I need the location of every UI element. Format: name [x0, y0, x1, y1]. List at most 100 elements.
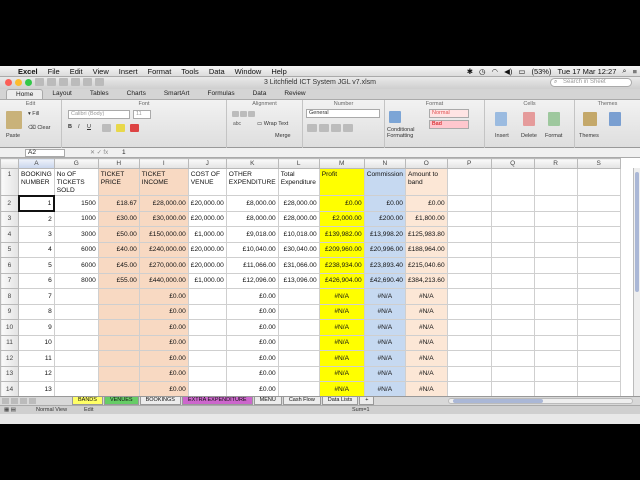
header-cell[interactable]: [490, 168, 535, 196]
cell[interactable]: 8000: [53, 272, 99, 289]
cell[interactable]: [187, 365, 227, 382]
cell[interactable]: [446, 381, 492, 396]
cell[interactable]: [277, 334, 320, 351]
status-sum[interactable]: Sum=1: [352, 407, 370, 413]
font-size-select[interactable]: 11: [133, 110, 151, 119]
cell[interactable]: [490, 257, 535, 274]
cell[interactable]: £12,096.00: [225, 272, 279, 289]
header-cell[interactable]: [533, 168, 578, 196]
format-cells-icon[interactable]: [548, 112, 560, 126]
cell[interactable]: [53, 381, 99, 396]
cell[interactable]: £0.00: [225, 350, 279, 367]
cell[interactable]: #N/A: [363, 334, 406, 351]
cell[interactable]: #N/A: [404, 365, 448, 382]
fill-button[interactable]: ▾ Fill: [28, 111, 39, 117]
cell[interactable]: 3: [18, 226, 55, 243]
cell[interactable]: [97, 303, 140, 320]
cell[interactable]: £13,998.20: [363, 226, 406, 243]
header-cell[interactable]: Commission: [363, 168, 406, 196]
header-cell[interactable]: BOOKING NUMBER: [18, 168, 55, 196]
number-format-select[interactable]: General: [306, 109, 380, 118]
column-header[interactable]: H: [97, 158, 140, 169]
last-sheet-icon[interactable]: [29, 398, 36, 404]
fill-color-icon[interactable]: [116, 124, 125, 132]
cell[interactable]: 3000: [53, 226, 99, 243]
cell[interactable]: [533, 195, 578, 212]
conditional-formatting-button[interactable]: Conditional Formatting: [387, 127, 417, 139]
cell[interactable]: [533, 303, 578, 320]
cell[interactable]: [490, 365, 535, 382]
wifi-icon[interactable]: ◠: [489, 67, 502, 76]
prev-sheet-icon[interactable]: [11, 398, 18, 404]
cell[interactable]: [446, 334, 492, 351]
cell[interactable]: #N/A: [318, 381, 365, 396]
cell[interactable]: [187, 350, 227, 367]
cell[interactable]: £28,000.00: [138, 195, 189, 212]
clear-button[interactable]: ⌫ Clear: [28, 125, 50, 131]
cell[interactable]: 12: [18, 365, 55, 382]
header-cell[interactable]: COST OF VENUE: [187, 168, 227, 196]
time-machine-icon[interactable]: ◷: [476, 67, 489, 76]
cell[interactable]: 8: [18, 303, 55, 320]
cell[interactable]: [187, 334, 227, 351]
cell[interactable]: [446, 226, 492, 243]
align-right-icon[interactable]: [248, 111, 255, 117]
delete-cells-icon[interactable]: [523, 112, 535, 126]
clock[interactable]: Tue 17 Mar 12:27: [554, 67, 619, 76]
cell[interactable]: [576, 365, 621, 382]
cell[interactable]: [533, 319, 578, 336]
menu-view[interactable]: View: [88, 67, 114, 76]
cell[interactable]: £0.00: [138, 288, 189, 305]
conditional-formatting-icon[interactable]: [389, 111, 401, 123]
cell[interactable]: [576, 241, 621, 258]
insert-button[interactable]: Insert: [495, 133, 509, 139]
menu-edit[interactable]: Edit: [65, 67, 88, 76]
cell[interactable]: £240,000.00: [138, 241, 189, 258]
cell[interactable]: #N/A: [404, 303, 448, 320]
cell[interactable]: [187, 303, 227, 320]
cell[interactable]: £270,000.00: [138, 257, 189, 274]
name-box[interactable]: A2: [25, 149, 65, 157]
insert-cells-icon[interactable]: [495, 112, 507, 126]
bold-button[interactable]: B: [68, 124, 72, 130]
decrease-decimal-icon[interactable]: [343, 124, 353, 132]
header-cell[interactable]: OTHER EXPENDITURE: [225, 168, 279, 196]
percent-icon[interactable]: [307, 124, 317, 132]
cell[interactable]: [576, 334, 621, 351]
cell[interactable]: [490, 319, 535, 336]
cell[interactable]: [490, 195, 535, 212]
cell[interactable]: £0.00: [225, 334, 279, 351]
format-button[interactable]: Format: [545, 133, 562, 139]
search-input[interactable]: ⌕ Search in Sheet: [550, 78, 632, 87]
cell[interactable]: 10: [18, 334, 55, 351]
horizontal-scroll-thumb[interactable]: [453, 399, 543, 403]
formula-input[interactable]: 1: [122, 149, 126, 156]
row-header[interactable]: 13: [0, 365, 19, 382]
cell[interactable]: £42,690.40: [363, 272, 406, 289]
cell[interactable]: £188,964.00: [404, 241, 448, 258]
cell[interactable]: [53, 365, 99, 382]
cell[interactable]: 6000: [53, 257, 99, 274]
menu-format[interactable]: Format: [143, 67, 177, 76]
view-buttons[interactable]: ▦ ▤: [4, 407, 16, 413]
next-sheet-icon[interactable]: [20, 398, 27, 404]
sheet-tab[interactable]: Data Lists: [321, 397, 359, 405]
borders-icon[interactable]: [102, 124, 111, 132]
add-sheet-icon[interactable]: +: [359, 397, 375, 405]
row-header[interactable]: 2: [0, 195, 19, 212]
sheet-tab[interactable]: Cash Flow: [282, 397, 321, 405]
cell[interactable]: [446, 288, 492, 305]
cell[interactable]: [446, 241, 492, 258]
cancel-formula-icon[interactable]: ✕: [90, 150, 95, 156]
cell[interactable]: £0.00: [138, 334, 189, 351]
cell[interactable]: £139,982.00: [318, 226, 365, 243]
cell[interactable]: £150,000.00: [138, 226, 189, 243]
column-header[interactable]: G: [53, 158, 99, 169]
cell[interactable]: £10,018.00: [277, 226, 320, 243]
cell[interactable]: #N/A: [318, 334, 365, 351]
cell[interactable]: [446, 195, 492, 212]
cell[interactable]: £0.00: [225, 303, 279, 320]
cell[interactable]: 6000: [53, 241, 99, 258]
sheet-tab[interactable]: VENUES: [103, 397, 139, 405]
menu-app-name[interactable]: Excel: [13, 67, 43, 76]
